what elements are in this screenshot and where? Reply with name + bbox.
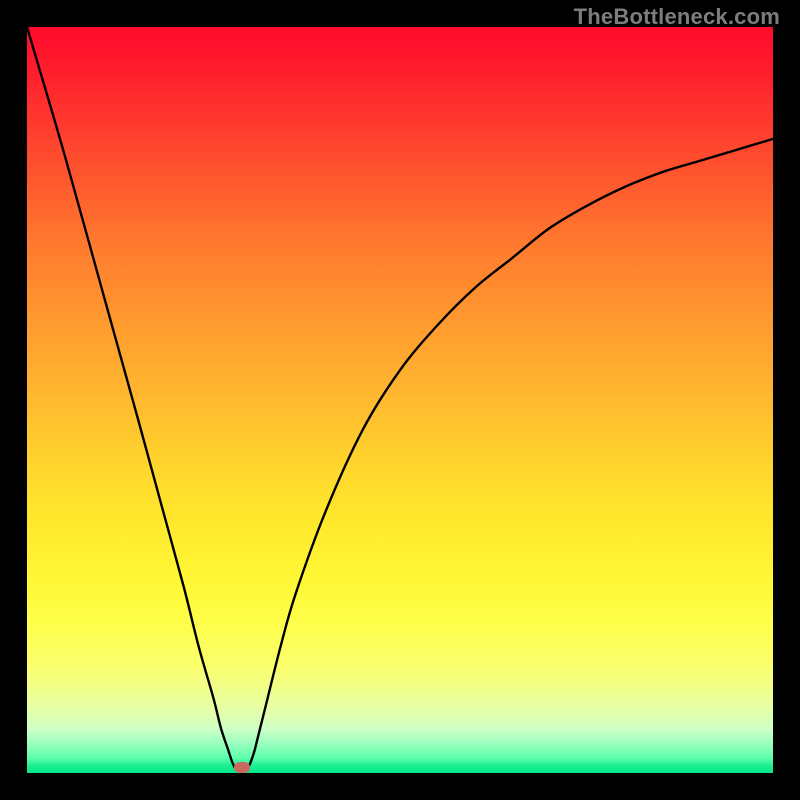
chart-frame: TheBottleneck.com	[0, 0, 800, 800]
watermark-text: TheBottleneck.com	[574, 4, 780, 30]
optimal-point-marker	[234, 762, 250, 773]
plot-area	[27, 27, 773, 773]
bottleneck-curve	[27, 27, 773, 773]
